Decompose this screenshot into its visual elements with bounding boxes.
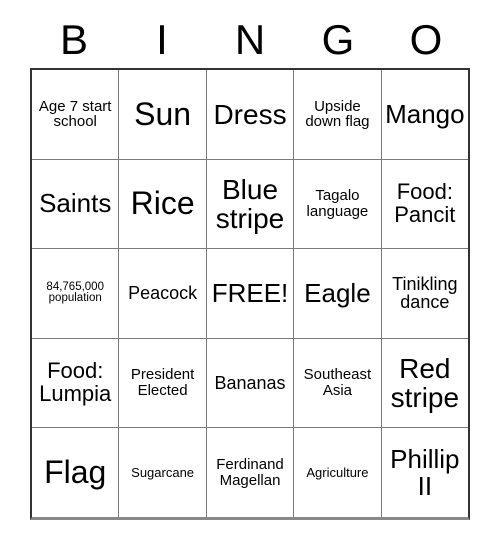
bingo-cell-o4[interactable]: Red stripe: [382, 339, 468, 428]
bingo-cell-label: Agriculture: [306, 464, 369, 480]
bingo-cell-n4[interactable]: Bananas: [207, 338, 295, 428]
bingo-header-letter-o: O: [409, 16, 443, 63]
bingo-cell-label: FREE!: [211, 277, 289, 308]
bingo-header-letter-i: I: [156, 16, 168, 63]
bingo-cell-label: Tagalo language: [306, 187, 369, 220]
bingo-cell-b3[interactable]: 84,765,000 population: [32, 249, 120, 338]
bingo-header-letter-b: B: [59, 16, 88, 63]
bingo-cell-b5[interactable]: Flag: [32, 428, 120, 517]
bingo-header-row: B I N G O: [30, 14, 470, 66]
bingo-cell-o1[interactable]: Mango: [382, 70, 468, 159]
bingo-cell-label: Sugarcane: [131, 464, 195, 480]
bingo-cell-n1[interactable]: Dress: [207, 70, 295, 159]
bingo-header-letter-n: N: [234, 16, 266, 63]
bingo-cell-label: 84,765,000 population: [46, 280, 104, 305]
bingo-cell-label: Food: Lumpia: [39, 358, 112, 407]
bingo-cell-label: Rice: [130, 185, 195, 222]
bingo-cell-label: Sun: [134, 95, 192, 132]
bingo-cell-g3[interactable]: Eagle: [294, 249, 382, 338]
bingo-cell-i3[interactable]: Peacock: [119, 249, 207, 338]
bingo-cell-free-space[interactable]: FREE!: [207, 249, 295, 338]
bingo-cell-label: Age 7 start school: [38, 97, 112, 131]
bingo-cell-o2[interactable]: Food: Pancit: [382, 160, 468, 249]
bingo-cell-label: President Elected: [130, 366, 195, 400]
bingo-cell-label: Red stripe: [390, 352, 460, 414]
bingo-row-3: 84,765,000 population Peacock FREE! Eagl…: [32, 249, 468, 339]
bingo-cell-label: Peacock: [128, 283, 198, 304]
bingo-header-letter-g: G: [321, 16, 355, 63]
bingo-cell-g5[interactable]: Agriculture: [294, 428, 382, 517]
bingo-cell-label: Tinikling dance: [392, 273, 458, 313]
bingo-row-1: Age 7 start school Sun Dress Upside down…: [32, 70, 468, 160]
bingo-cell-label: Food: Pancit: [394, 179, 456, 227]
bingo-cell-label: Dress: [213, 98, 287, 130]
bingo-grid: Age 7 start school Sun Dress Upside down…: [30, 68, 470, 520]
bingo-cell-i2[interactable]: Rice: [119, 159, 207, 249]
bingo-cell-label: Southeast Asia: [303, 366, 372, 400]
bingo-cell-label: Flag: [44, 454, 107, 491]
bingo-row-5: Flag Sugarcane Ferdinand Magellan Agricu…: [32, 428, 468, 517]
bingo-cell-o3[interactable]: Tinikling dance: [382, 249, 468, 338]
bingo-cell-b1[interactable]: Age 7 start school: [32, 70, 120, 159]
bingo-cell-n2[interactable]: Blue stripe: [207, 159, 295, 249]
bingo-cell-g1[interactable]: Upside down flag: [294, 70, 382, 159]
bingo-row-2: Saints Rice Blue stripe Tagalo language …: [32, 159, 468, 250]
bingo-cell-label: Mango: [385, 98, 465, 129]
bingo-cell-label: Ferdinand Magellan: [216, 456, 284, 489]
bingo-cell-i1[interactable]: Sun: [119, 70, 207, 159]
bingo-cell-label: Saints: [39, 188, 112, 219]
bingo-cell-i5[interactable]: Sugarcane: [119, 428, 207, 517]
bingo-cell-i4[interactable]: President Elected: [119, 338, 207, 428]
bingo-row-4: Food: Lumpia President Elected Bananas S…: [32, 338, 468, 429]
bingo-cell-b4[interactable]: Food: Lumpia: [32, 338, 120, 428]
bingo-card: B I N G O Age 7 start school Sun Dress U…: [0, 0, 500, 544]
bingo-cell-label: Bananas: [214, 372, 286, 393]
bingo-cell-b2[interactable]: Saints: [32, 159, 120, 249]
bingo-cell-label: Eagle: [304, 277, 371, 308]
bingo-cell-label: Phillip II: [390, 443, 460, 501]
bingo-cell-o5[interactable]: Phillip II: [382, 428, 468, 517]
bingo-cell-label: Blue stripe: [215, 173, 285, 234]
bingo-cell-n5[interactable]: Ferdinand Magellan: [207, 428, 295, 517]
bingo-cell-label: Upside down flag: [305, 97, 370, 131]
bingo-cell-g2[interactable]: Tagalo language: [294, 159, 382, 249]
bingo-cell-g4[interactable]: Southeast Asia: [294, 338, 382, 428]
